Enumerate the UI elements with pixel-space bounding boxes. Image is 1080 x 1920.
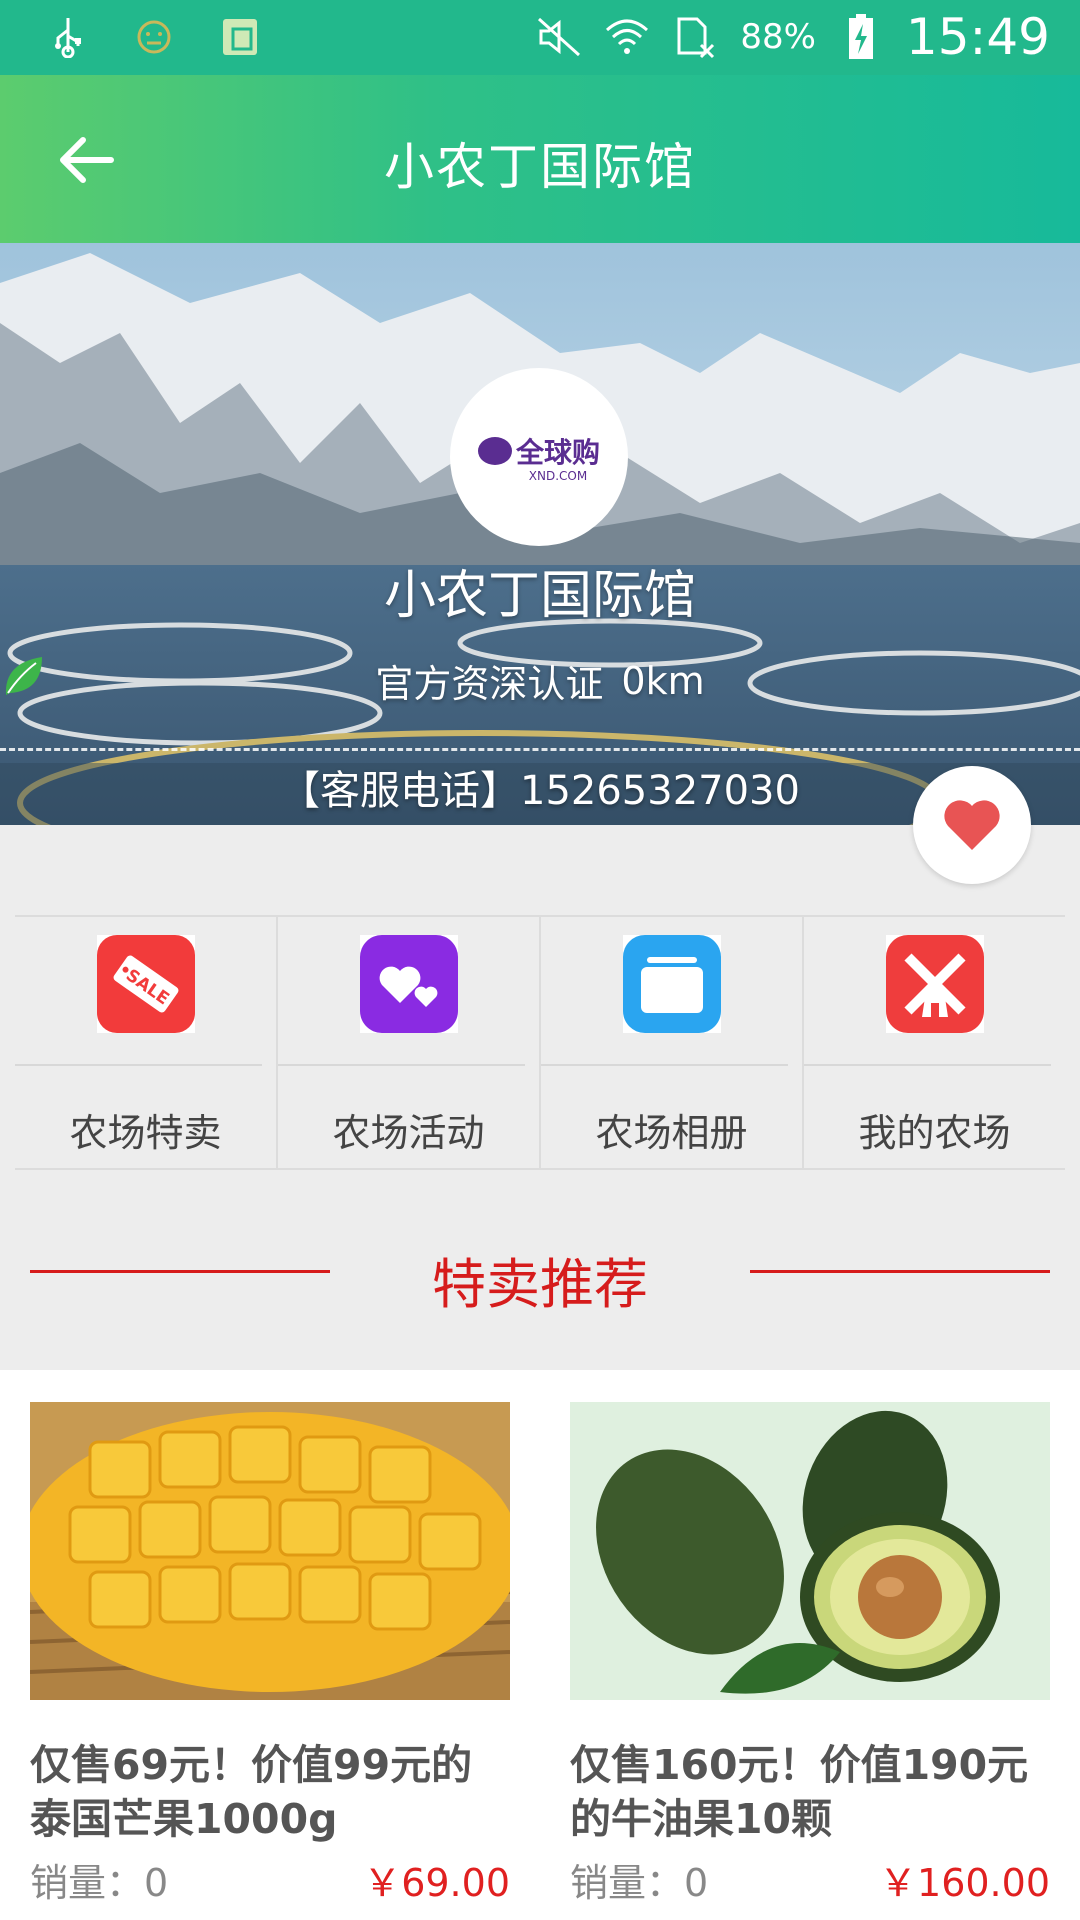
app-bar: 小农丁国际馆 (0, 75, 1080, 243)
product-price: ￥69.00 (363, 1861, 510, 1905)
shop-name: 小农丁国际馆 (383, 566, 696, 626)
mango-image (30, 1402, 510, 1700)
leaf-icon (5, 657, 42, 695)
battery-charging-icon (838, 14, 884, 60)
face-icon (131, 14, 177, 60)
avocado-image (570, 1402, 1050, 1700)
product-name[interactable]: 仅售160元！价值190元的牛油果10颗 (570, 1738, 1050, 1846)
product-image[interactable] (30, 1402, 510, 1700)
product-sales: 销量：0 (30, 1861, 169, 1905)
wifi-icon (604, 14, 650, 60)
section-header: 特卖推荐 (0, 1230, 1080, 1320)
product-card[interactable]: 仅售69元！价值99元的泰国芒果1000g 销量：0 ￥69.00 (30, 1402, 510, 1907)
usb-icon (45, 14, 91, 60)
product-name[interactable]: 仅售69元！价值99元的泰国芒果1000g (30, 1738, 510, 1846)
windmill-icon (885, 935, 984, 1033)
logo-text: 全球购 (515, 436, 600, 469)
album-icon (622, 935, 721, 1033)
heart-icon (944, 800, 1000, 850)
shop-logo: 全球购 XND.COM (450, 368, 628, 546)
product-price: ￥160.00 (879, 1861, 1050, 1905)
menu-item-my-farm[interactable]: 我的农场 (804, 917, 1065, 1168)
menu-label: 我的农场 (858, 1111, 1011, 1155)
sale-tag-icon: SALE (96, 935, 195, 1033)
status-time: 15:49 (905, 8, 1050, 66)
section-title: 特卖推荐 (432, 1253, 648, 1316)
menu-item-farm-album[interactable]: 农场相册 (541, 917, 804, 1168)
menu-item-farm-sale[interactable]: SALE 农场特卖 (15, 917, 278, 1168)
menu-label: 农场特卖 (69, 1111, 222, 1155)
certification-row: 官方资深认证 0km (0, 653, 1080, 708)
product-card[interactable]: 仅售160元！价值190元的牛油果10颗 销量：0 ￥160.00 (570, 1402, 1050, 1907)
favorite-button[interactable] (913, 766, 1031, 884)
product-list: 仅售69元！价值99元的泰国芒果1000g 销量：0 ￥69.00 仅售160元… (0, 1370, 1080, 1920)
shop-banner: 全球购 XND.COM 小农丁国际馆 官方资深认证 0km 【客服电话】1526… (0, 243, 1080, 825)
distance-text: 0km (621, 658, 705, 703)
page-title: 小农丁国际馆 (384, 138, 696, 196)
battery-percent: 88% (740, 17, 816, 57)
logo-subtext: XND.COM (528, 469, 588, 483)
product-image[interactable] (570, 1402, 1050, 1700)
status-bar: 88% 15:49 (0, 0, 1080, 75)
menu-item-farm-activity[interactable]: 农场活动 (278, 917, 541, 1168)
menu-label: 农场活动 (332, 1111, 485, 1155)
globe-logo-icon (477, 437, 512, 465)
divider (750, 1270, 1050, 1273)
divider (0, 748, 1080, 751)
certification-text: 官方资深认证 (375, 662, 604, 706)
product-sales: 销量：0 (570, 1861, 709, 1905)
clipboard-icon (217, 14, 263, 60)
no-sim-icon (672, 14, 718, 60)
menu-label: 农场相册 (595, 1111, 748, 1155)
mute-icon (536, 14, 582, 60)
feature-menu: SALE 农场特卖 农场活动 农场相册 我的农场 (15, 915, 1065, 1170)
hearts-icon (359, 935, 458, 1033)
